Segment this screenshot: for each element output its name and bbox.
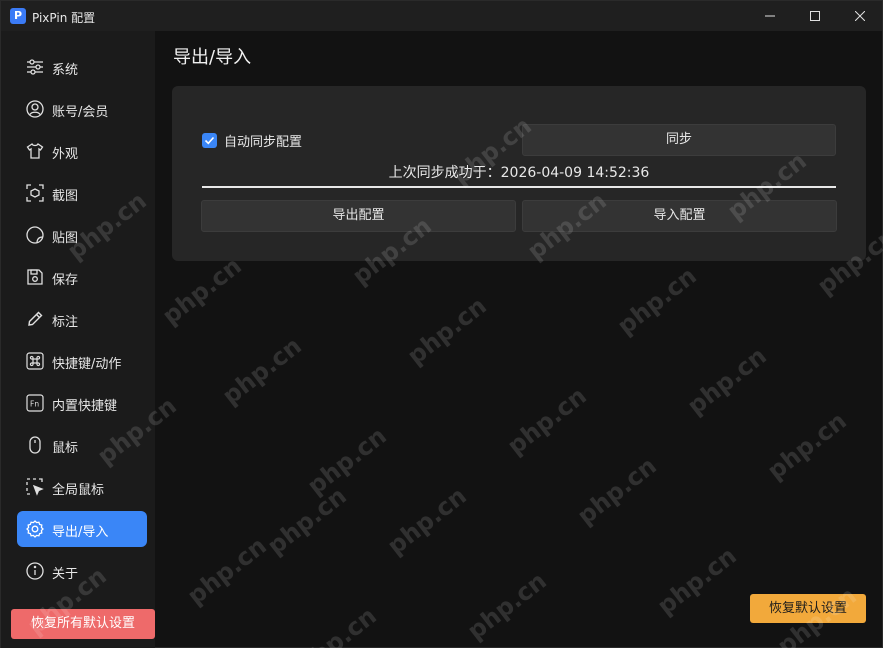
watermark-text: php.cn (652, 541, 742, 621)
window-title: PixPin 配置 (32, 11, 96, 25)
sidebar-item-label: 导出/导入 (52, 525, 109, 540)
watermark-text: php.cn (292, 601, 382, 648)
auto-sync-checkbox-row[interactable]: 自动同步配置 (202, 131, 303, 150)
sidebar-item-pin[interactable]: 贴图 (17, 217, 147, 253)
pencil-icon (28, 311, 43, 326)
close-button[interactable] (837, 1, 882, 31)
watermark-text: php.cn (262, 481, 352, 561)
sidebar-item-global-mouse[interactable]: 全局鼠标 (17, 469, 147, 505)
cursor-select-icon (26, 478, 44, 496)
watermark-text: php.cn (182, 531, 272, 611)
mouse-icon (29, 436, 41, 454)
checkmark-icon (204, 136, 215, 144)
sidebar-item-label: 外观 (52, 147, 79, 162)
sidebar-item-label: 系统 (52, 63, 79, 78)
sidebar-item-label: 全局鼠标 (52, 483, 105, 498)
sidebar-item-label: 鼠标 (52, 441, 79, 456)
auto-sync-label: 自动同步配置 (224, 134, 303, 150)
sidebar-item-account[interactable]: 账号/会员 (17, 91, 147, 127)
sidebar-item-label: 截图 (52, 189, 79, 204)
title-bar[interactable]: P PixPin 配置 (1, 1, 882, 31)
page-title: 导出/导入 (173, 47, 252, 68)
sidebar-item-label: 贴图 (52, 231, 79, 246)
watermark-text: php.cn (382, 481, 472, 561)
sidebar-item-system[interactable]: 系统 (17, 49, 147, 85)
sidebar-item-about[interactable]: 关于 (17, 553, 147, 589)
app-logo-icon: P (10, 8, 26, 24)
svg-text:Fn: Fn (30, 400, 39, 409)
minimize-button[interactable] (747, 1, 792, 31)
config-window: P PixPin 配置 系统 账号/会员 外观 截图 贴图 保存 标注 快捷键/… (0, 0, 883, 648)
watermark-text: php.cn (762, 406, 852, 486)
sidebar-item-appearance[interactable]: 外观 (17, 133, 147, 169)
info-icon (26, 562, 44, 580)
maximize-button[interactable] (792, 1, 837, 31)
watermark-text: php.cn (612, 261, 702, 341)
sidebar-item-label: 快捷键/动作 (52, 357, 122, 372)
sidebar-item-label: 保存 (52, 273, 79, 288)
save-icon (27, 269, 43, 285)
screenshot-icon (26, 184, 44, 202)
gear-icon (26, 520, 44, 538)
watermark-text: php.cn (572, 451, 662, 531)
reset-all-defaults-button[interactable]: 恢复所有默认设置 (11, 609, 155, 639)
sync-button[interactable]: 同步 (522, 124, 836, 156)
sidebar-item-builtin-shortcuts[interactable]: Fn 内置快捷键 (17, 385, 147, 421)
command-icon (26, 352, 44, 370)
watermark-text: php.cn (402, 291, 492, 371)
sync-status-text: 上次同步成功于：2026-04-09 14:52:36 (202, 160, 836, 188)
close-icon (854, 11, 865, 21)
watermark-text: php.cn (462, 566, 552, 646)
minimize-icon (764, 15, 775, 17)
sidebar-item-screenshot[interactable]: 截图 (17, 175, 147, 211)
sidebar-item-label: 关于 (52, 567, 79, 582)
user-icon (26, 100, 44, 118)
auto-sync-checkbox[interactable] (202, 132, 217, 148)
import-config-button[interactable]: 导入配置 (522, 200, 837, 232)
watermark-text: php.cn (217, 331, 307, 411)
sidebar-item-label: 账号/会员 (52, 105, 109, 120)
sidebar: 系统 账号/会员 外观 截图 贴图 保存 标注 快捷键/动作 Fn 内置快捷键 … (1, 31, 155, 648)
fn-key-icon: Fn (26, 394, 44, 412)
watermark-text: php.cn (682, 341, 772, 421)
sidebar-item-label: 标注 (52, 315, 79, 330)
watermark-text: php.cn (157, 251, 247, 331)
sticker-icon (26, 226, 44, 244)
sync-card: 自动同步配置 同步 上次同步成功于：2026-04-09 14:52:36 导出… (172, 86, 866, 261)
watermark-text: php.cn (502, 381, 592, 461)
sidebar-item-save[interactable]: 保存 (17, 259, 147, 295)
shirt-icon (26, 143, 44, 159)
export-config-button[interactable]: 导出配置 (201, 200, 516, 232)
sliders-icon (27, 59, 43, 75)
watermark-text: php.cn (302, 421, 392, 501)
maximize-icon (809, 11, 820, 21)
sidebar-item-shortcuts[interactable]: 快捷键/动作 (17, 343, 147, 379)
sidebar-item-label: 内置快捷键 (52, 399, 118, 414)
sidebar-item-annotate[interactable]: 标注 (17, 301, 147, 337)
sidebar-item-mouse[interactable]: 鼠标 (17, 427, 147, 463)
sidebar-item-export-import[interactable]: 导出/导入 (17, 511, 147, 547)
reset-defaults-button[interactable]: 恢复默认设置 (750, 594, 866, 623)
